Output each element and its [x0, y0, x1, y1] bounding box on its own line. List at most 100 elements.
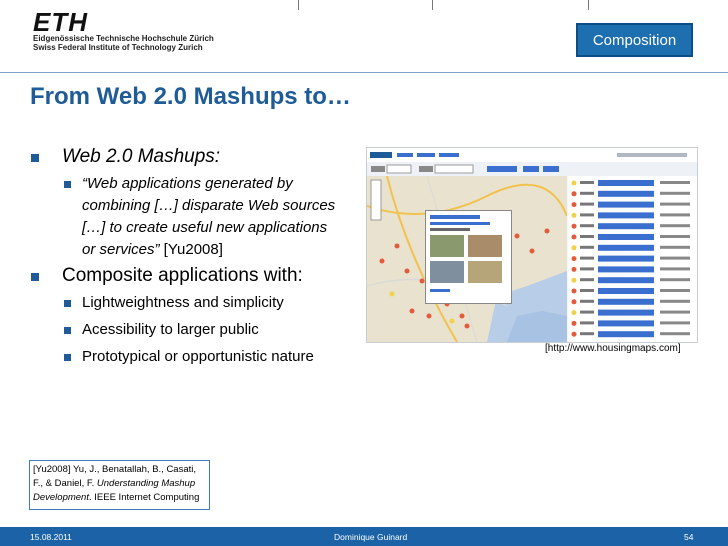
- bullet-label: Composite applications with:: [62, 265, 303, 286]
- listing-marker-icon: [571, 245, 577, 251]
- listing-location: [660, 245, 690, 249]
- logo-mark: ETH: [33, 7, 88, 37]
- listing-location: [660, 181, 690, 184]
- listing-price: [580, 289, 594, 292]
- listing-price: [580, 202, 594, 206]
- listing-marker-icon: [571, 234, 577, 240]
- listing-location: [660, 278, 690, 282]
- listing-link: [598, 277, 654, 284]
- listing-location: [660, 202, 690, 206]
- sub-bullet: Lightweightness and simplicity: [64, 292, 284, 314]
- header-rule: [0, 72, 728, 73]
- listing-link: [598, 212, 654, 219]
- listing-link: [598, 223, 654, 230]
- listing-price: [580, 278, 594, 282]
- reference-title: Development: [33, 492, 89, 503]
- quote-line: combining […] disparate Web sources: [82, 197, 336, 214]
- screenshot-toolbar: [367, 148, 697, 162]
- footer-date: 15.08.2011: [30, 532, 72, 542]
- listing-price: [580, 256, 594, 260]
- listing-popup: [425, 210, 512, 304]
- listing-price: [580, 321, 594, 325]
- footer-author: Dominique Guinard: [334, 532, 408, 542]
- reference-box: [Yu2008] Yu, J., Benatallah, B., Casati,…: [29, 460, 210, 510]
- sub-bullet-label: Acessibility to larger public: [82, 321, 259, 338]
- listing-marker-icon: [571, 180, 577, 186]
- bullet-web20: Web 2.0 Mashups:: [31, 146, 220, 168]
- listing-location: [660, 213, 690, 217]
- map-area: [367, 175, 568, 342]
- listing-marker-icon: [571, 331, 577, 337]
- listing-link: [598, 288, 654, 294]
- listing-price: [580, 181, 594, 184]
- listing-location: [660, 310, 690, 314]
- bullet-marker: [64, 300, 71, 307]
- header-divider: [432, 0, 433, 10]
- listing-marker-icon: [571, 266, 577, 272]
- listing-marker-icon: [571, 320, 577, 326]
- listing-marker-icon: [571, 310, 577, 316]
- bullet-marker: [64, 354, 71, 361]
- logo-line-1: Eidgenössische Technische Hochschule Zür…: [33, 34, 214, 43]
- listing-price: [580, 332, 594, 336]
- listing-price: [580, 235, 594, 238]
- listing-marker-icon: [571, 256, 577, 262]
- listing-link: [598, 180, 654, 186]
- listing-location: [660, 289, 690, 292]
- sub-bullet: Prototypical or opportunistic nature: [64, 346, 314, 368]
- listing-location: [660, 191, 690, 195]
- sub-bullet-label: Prototypical or opportunistic nature: [82, 348, 314, 365]
- listing-marker-icon: [571, 202, 577, 208]
- footer-bar: 15.08.2011 Dominique Guinard 54: [0, 527, 728, 546]
- reference-line: F., & Daniel, F.: [33, 478, 97, 489]
- slide-title: From Web 2.0 Mashups to…: [30, 83, 351, 110]
- listing-price: [580, 245, 594, 249]
- section-badge: Composition: [576, 23, 693, 57]
- listing-table: [568, 176, 697, 342]
- listing-graphic: [568, 176, 697, 342]
- listing-marker-icon: [571, 191, 577, 197]
- listing-link: [598, 309, 654, 316]
- quote-line: “Web applications generated by: [82, 175, 293, 192]
- sub-bullet-label: Lightweightness and simplicity: [82, 294, 284, 311]
- listing-price: [580, 267, 594, 271]
- sub-bullet: Acessibility to larger public: [64, 319, 259, 341]
- listing-link: [598, 234, 654, 240]
- listing-marker-icon: [571, 277, 577, 283]
- listing-marker-icon: [571, 212, 577, 218]
- listing-link: [598, 190, 654, 197]
- listing-price: [580, 299, 594, 303]
- reference-title: Understanding Mashup: [96, 478, 196, 489]
- listing-link: [598, 298, 654, 305]
- listing-location: [660, 299, 690, 303]
- listing-location: [660, 332, 690, 336]
- listing-location: [660, 224, 690, 228]
- listing-location: [660, 235, 690, 238]
- bullet-composite: Composite applications with:: [31, 265, 303, 287]
- bullet-marker: [31, 273, 39, 281]
- bullet-marker: [64, 181, 71, 188]
- listing-link: [598, 255, 654, 262]
- screenshot-filterbar: [367, 162, 697, 176]
- listing-price: [580, 191, 594, 195]
- housingmaps-screenshot: [366, 147, 698, 343]
- toolbar-graphic: [370, 152, 687, 158]
- logo-line-2: Swiss Federal Institute of Technology Zu…: [33, 43, 203, 52]
- eth-logo: ETH Eidgenössische Technische Hochschule…: [33, 7, 233, 52]
- header-divider: [298, 0, 299, 10]
- reference-line: [Yu2008] Yu, J., Benatallah, B., Casati,: [33, 464, 197, 475]
- listing-location: [660, 267, 690, 271]
- popup-graphic: [430, 215, 502, 292]
- image-caption: [http://www.housingmaps.com]: [545, 343, 681, 354]
- listing-location: [660, 321, 690, 325]
- listing-link: [598, 266, 654, 273]
- listing-link: [598, 331, 654, 338]
- listing-price: [580, 310, 594, 314]
- quote-reference: [Yu2008]: [159, 241, 223, 258]
- quote-line: […] to create useful new applications: [82, 219, 328, 236]
- listing-link: [598, 320, 654, 327]
- listing-link: [598, 244, 654, 251]
- listing-price: [580, 213, 594, 217]
- listing-location: [660, 256, 690, 260]
- listing-marker-icon: [571, 223, 577, 229]
